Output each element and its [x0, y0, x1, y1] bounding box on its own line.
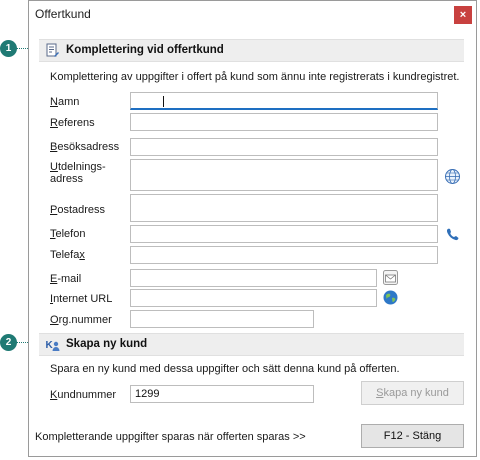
section-completion-header: Komplettering vid offertkund [39, 39, 464, 62]
save-info-text: Kompletterande uppgifter sparas när offe… [35, 431, 306, 443]
utdelningsadress-field[interactable] [130, 159, 438, 191]
customer-form-icon [46, 43, 59, 57]
phone-icon[interactable] [444, 226, 461, 243]
telefon-field[interactable] [130, 225, 438, 243]
add-customer-icon: K [46, 340, 60, 351]
utdelningsadress-label: Utdelnings-adress [50, 161, 106, 185]
svg-text:K: K [46, 340, 54, 351]
section-new-customer-description: Spara en ny kund med dessa uppgifter och… [50, 363, 400, 375]
internet-url-label: Internet URL [50, 293, 113, 305]
kundnummer-label: Kundnummer [50, 389, 117, 401]
postadress-field[interactable] [130, 194, 438, 222]
postadress-label: Postadress [50, 204, 106, 216]
callout-2: 2 [0, 334, 17, 351]
email-label: E-mail [50, 273, 82, 285]
org-nummer-label: Org.nummer [50, 314, 112, 326]
create-customer-button[interactable]: Skapa ny kund [361, 381, 464, 405]
text-cursor [163, 96, 164, 107]
besoksadress-field[interactable] [130, 138, 438, 156]
section-completion-description: Komplettering av uppgifter i offert på k… [50, 71, 460, 83]
telefax-label: Telefax [50, 249, 85, 261]
close-dialog-button[interactable]: F12 - Stäng [361, 424, 464, 448]
org-nummer-field[interactable] [130, 310, 314, 328]
globe-icon[interactable] [444, 168, 461, 185]
namn-field[interactable] [130, 92, 438, 110]
kundnummer-field[interactable] [130, 385, 314, 403]
envelope-icon[interactable] [382, 269, 399, 286]
besoksadress-label: Besöksadress [50, 141, 120, 153]
namn-label: Namn [50, 96, 80, 108]
web-globe-icon[interactable] [382, 289, 399, 306]
email-field[interactable] [130, 269, 377, 287]
close-button[interactable]: × [454, 6, 472, 24]
callout-1: 1 [0, 40, 17, 57]
window-title: Offertkund [35, 7, 91, 21]
internet-url-field[interactable] [130, 289, 377, 307]
telefax-field[interactable] [130, 246, 438, 264]
section-new-customer-header: K Skapa ny kund [39, 333, 464, 356]
title-bar: Offertkund × [29, 1, 476, 28]
referens-label: Referens [50, 117, 95, 129]
referens-field[interactable] [130, 113, 438, 131]
section-completion-title: Komplettering vid offertkund [66, 44, 224, 56]
section-new-customer-title: Skapa ny kund [66, 338, 148, 350]
offertkund-dialog: Offertkund × Komplettering vid offertkun… [28, 0, 477, 457]
telefon-label: Telefon [50, 228, 86, 240]
